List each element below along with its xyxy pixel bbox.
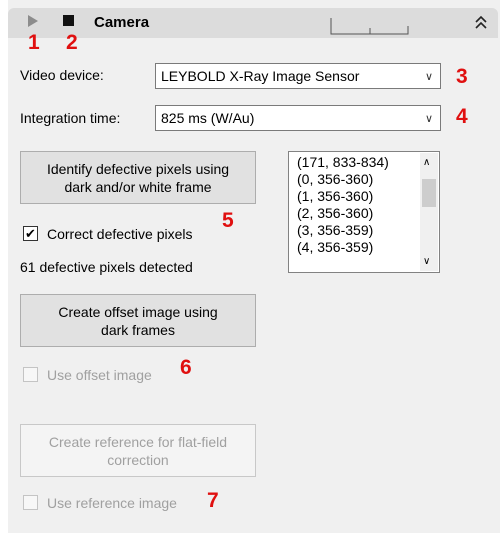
chevron-down-icon: ∨: [424, 112, 434, 125]
list-item[interactable]: (0, 356-360): [297, 171, 373, 187]
annotation-2: 2: [66, 31, 78, 54]
list-scrollbar[interactable]: ∧ ∨: [420, 153, 438, 271]
button-line: Create reference for flat-field: [48, 433, 228, 450]
annotation-1: 1: [28, 31, 40, 54]
play-icon[interactable]: [27, 14, 39, 28]
use-offset-label: Use offset image: [47, 367, 152, 383]
annotation-4: 4: [456, 105, 468, 128]
panel-title: Camera: [94, 14, 150, 31]
annotation-5: 5: [222, 209, 234, 232]
list-item[interactable]: (4, 356-359): [297, 239, 373, 255]
scroll-up-icon[interactable]: ∧: [423, 157, 430, 168]
level-indicator: [330, 18, 409, 35]
video-device-value: LEYBOLD X-Ray Image Sensor: [161, 68, 360, 84]
chevron-down-icon: ∨: [424, 70, 434, 83]
list-item[interactable]: (1, 356-360): [297, 188, 373, 204]
list-item[interactable]: (3, 356-359): [297, 222, 373, 238]
button-line: Create offset image using: [58, 303, 218, 320]
integration-time-select[interactable]: 825 ms (W/Au) ∨: [155, 105, 441, 131]
stop-icon[interactable]: [63, 15, 74, 26]
correct-defective-label: Correct defective pixels: [47, 226, 193, 242]
integration-time-label: Integration time:: [20, 110, 121, 126]
identify-defective-pixels-button[interactable]: Identify defective pixels using dark and…: [20, 151, 256, 204]
button-line: correction: [107, 451, 169, 468]
defective-count-text: 61 defective pixels detected: [20, 259, 193, 275]
annotation-3: 3: [456, 65, 468, 88]
list-item[interactable]: (171, 833-834): [297, 154, 389, 170]
panel-header: [8, 8, 498, 38]
scroll-down-icon[interactable]: ∨: [423, 256, 430, 267]
use-reference-checkbox[interactable]: [23, 495, 38, 510]
integration-time-value: 825 ms (W/Au): [161, 110, 255, 126]
scrollbar-thumb[interactable]: [422, 179, 436, 207]
use-reference-label: Use reference image: [47, 495, 177, 511]
double-chevron-up-icon[interactable]: [474, 14, 488, 30]
annotation-6: 6: [180, 356, 192, 379]
use-offset-checkbox[interactable]: [23, 367, 38, 382]
defective-pixel-list[interactable]: (171, 833-834) (0, 356-360) (1, 356-360)…: [288, 151, 440, 273]
video-device-label: Video device:: [20, 67, 104, 83]
create-offset-image-button[interactable]: Create offset image using dark frames: [20, 294, 256, 347]
create-reference-button[interactable]: Create reference for flat-field correcti…: [20, 424, 256, 477]
button-line: dark and/or white frame: [64, 178, 212, 195]
video-device-select[interactable]: LEYBOLD X-Ray Image Sensor ∨: [155, 63, 441, 89]
button-line: Identify defective pixels using: [46, 160, 230, 177]
list-item[interactable]: (2, 356-360): [297, 205, 373, 221]
correct-defective-checkbox[interactable]: ✔: [23, 226, 38, 241]
button-line: dark frames: [101, 321, 175, 338]
annotation-7: 7: [207, 489, 219, 512]
